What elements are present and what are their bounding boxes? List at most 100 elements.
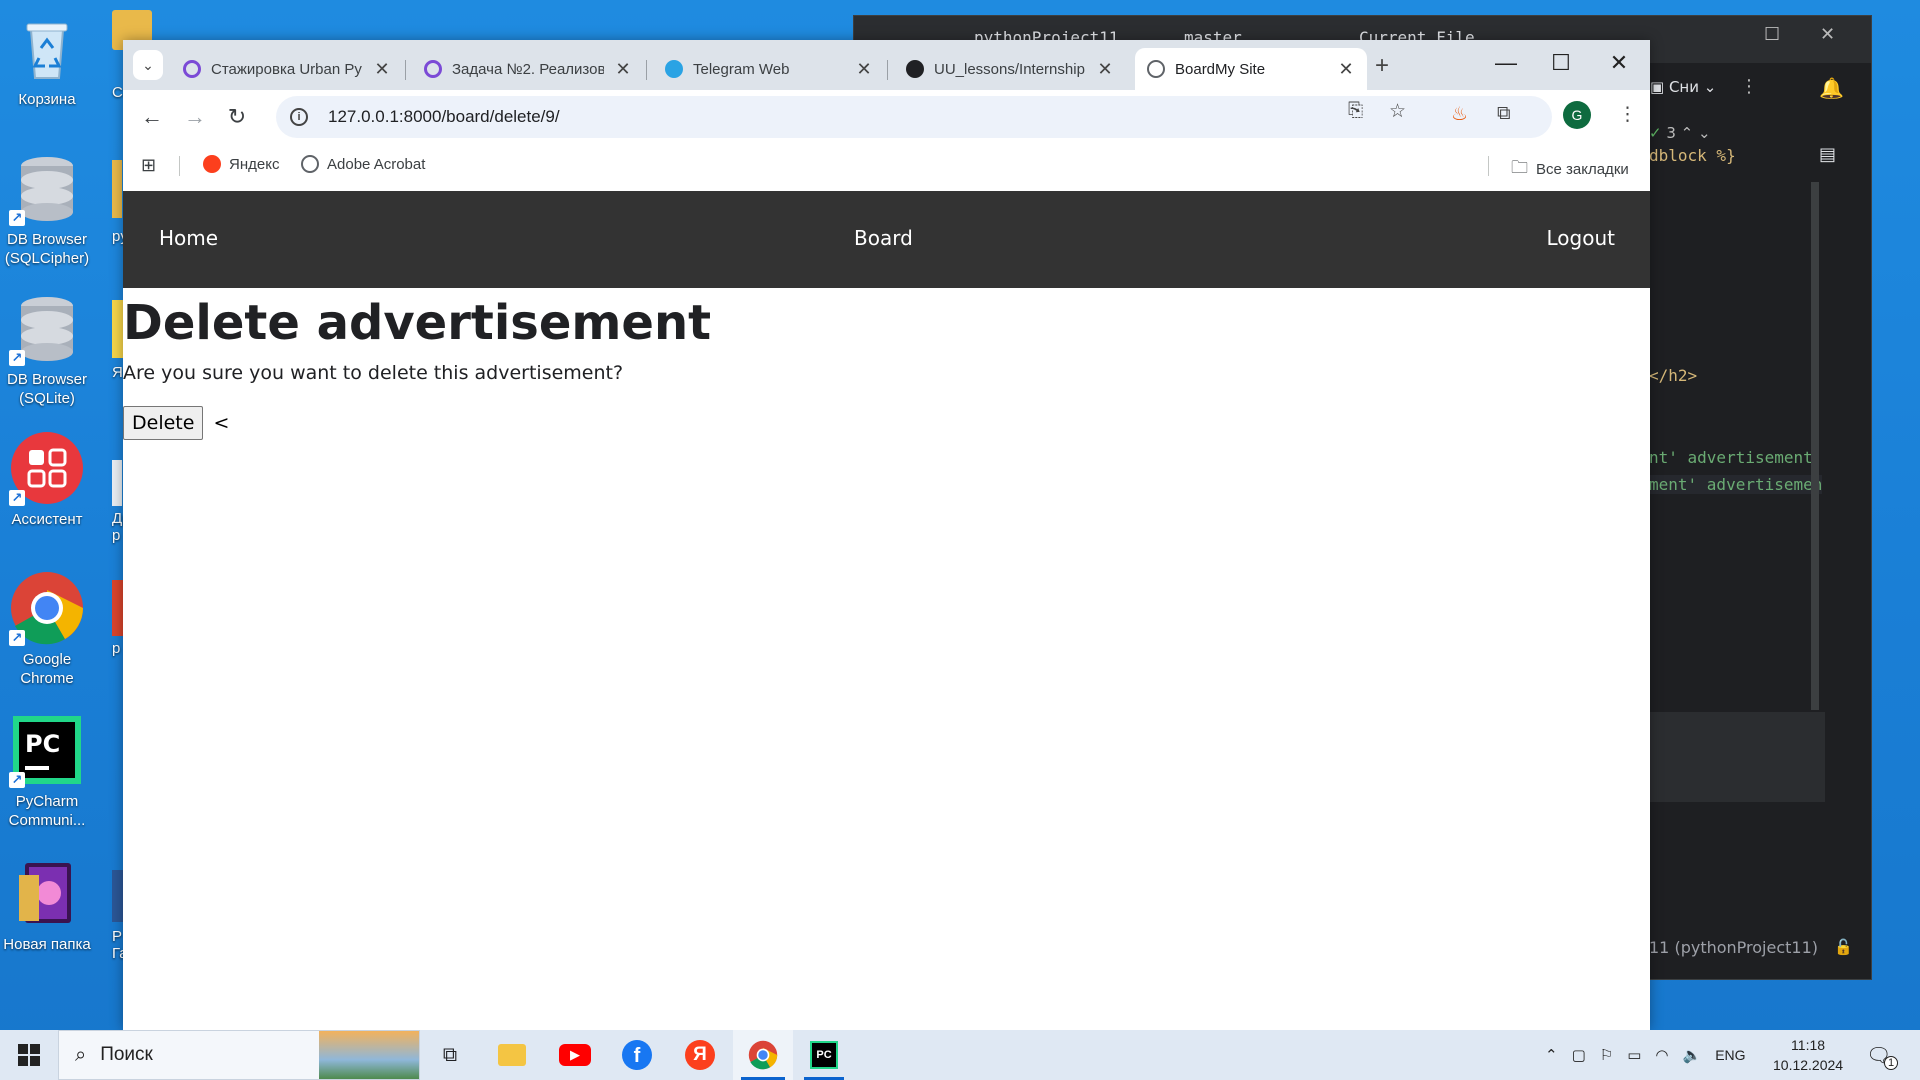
nav-logout-link[interactable]: Logout	[1547, 226, 1615, 250]
tab-title: Telegram Web	[693, 60, 790, 78]
bookmark-star-icon[interactable]: ☆	[1389, 100, 1406, 123]
battery-icon[interactable]: ▭	[1627, 1046, 1641, 1064]
clock-time: 11:18	[1791, 1037, 1826, 1053]
desktop-icon-label: Google Chrome	[20, 651, 74, 687]
apps-grid-icon[interactable]: ⊞	[141, 155, 156, 176]
extensions-puzzle-icon[interactable]: ⧉	[1497, 103, 1511, 125]
chrome-taskbar-icon[interactable]	[733, 1030, 793, 1080]
desktop-icon-new-folder[interactable]: Новая папка	[2, 855, 92, 954]
ide-scrollbar[interactable]	[1811, 182, 1819, 710]
desktop-icon-db-browser-sqlcipher[interactable]: ↗ DB Browser (SQLCipher)	[2, 150, 92, 268]
notifications-icon[interactable]: 🔔	[1819, 76, 1844, 101]
desktop-icon-assistant[interactable]: ↗ Ассистент	[2, 430, 92, 529]
folder-icon	[112, 160, 122, 218]
volume-icon[interactable]: 🔈	[1683, 1046, 1702, 1064]
new-tab-icon[interactable]: +	[1375, 52, 1389, 80]
close-tab-icon[interactable]: ✕	[1337, 59, 1355, 80]
nav-home-link[interactable]: Home	[159, 226, 218, 250]
extension-flame-icon[interactable]: ♨	[1451, 103, 1468, 126]
pycharm-icon: PC ↗	[9, 712, 85, 788]
all-bookmarks-label: Все закладки	[1536, 161, 1629, 178]
wifi-icon[interactable]: ◠	[1655, 1046, 1668, 1064]
security-icon[interactable]: ⚐	[1600, 1046, 1613, 1064]
bookmark-yandex[interactable]: Яндекс	[203, 155, 279, 173]
meet-now-icon[interactable]: ▢	[1572, 1046, 1586, 1064]
desktop-icon-google-chrome[interactable]: ↗ Google Chrome	[2, 570, 92, 688]
tab-github-lessons[interactable]: UU_lessons/Internship ✕	[894, 48, 1126, 90]
ide-close-icon[interactable]: ✕	[1820, 24, 1835, 45]
svg-text:PC: PC	[25, 730, 60, 758]
folder-icon: 🗀	[1511, 158, 1528, 177]
back-link[interactable]: <	[213, 412, 229, 434]
profile-avatar[interactable]: G	[1563, 101, 1591, 129]
task-view-icon[interactable]: ⧉	[430, 1030, 470, 1080]
urban-icon	[424, 60, 442, 78]
desktop-icon-label: Корзина	[18, 91, 76, 108]
close-tab-icon[interactable]: ✕	[614, 59, 632, 80]
globe-icon	[1147, 60, 1165, 78]
reload-icon[interactable]: ↻	[223, 104, 251, 130]
desktop-icon-label: DB Browser (SQLite)	[6, 371, 88, 407]
telegram-icon	[665, 60, 683, 78]
bookmark-adobe-acrobat[interactable]: Adobe Acrobat	[301, 155, 425, 173]
all-bookmarks-button[interactable]: 🗀 Все закладки	[1511, 155, 1629, 184]
address-bar-url[interactable]: 127.0.0.1:8000/board/delete/9/	[328, 107, 560, 127]
close-tab-icon[interactable]: ✕	[855, 59, 873, 80]
shortcut-arrow-icon: ↗	[9, 490, 25, 506]
tab-title: BoardMy Site	[1175, 60, 1266, 78]
desktop-icon-db-browser-sqlite[interactable]: ↗ DB Browser (SQLite)	[2, 290, 92, 408]
maximize-icon[interactable]: ☐	[1538, 50, 1584, 76]
facebook-icon[interactable]: f	[617, 1030, 657, 1080]
chrome-window[interactable]: ⌄ Стажировка Urban Ру ✕ Задача №2. Реали…	[123, 40, 1650, 1030]
page-title: Delete advertisement	[123, 295, 712, 351]
tab-urban-internship[interactable]: Стажировка Urban Ру ✕	[171, 48, 403, 90]
pycharm-taskbar-icon[interactable]: PC	[796, 1030, 852, 1080]
desktop-icon-pycharm[interactable]: PC ↗ PyCharm Communi...	[2, 712, 92, 830]
ide-status-text: 11 (pythonProject11)	[1649, 938, 1818, 957]
confirm-question: Are you sure you want to delete this adv…	[123, 362, 624, 384]
show-hidden-icons-chevron-icon[interactable]: ⌃	[1545, 1046, 1558, 1064]
forward-arrow-icon[interactable]: →	[181, 104, 209, 130]
recycle-bin-icon	[9, 10, 85, 86]
back-arrow-icon[interactable]: ←	[138, 104, 166, 130]
system-tray: ⌃ ▢ ⚐ ▭ ◠ 🔈 ENG	[1545, 1030, 1746, 1080]
tab-board-my-site[interactable]: BoardMy Site ✕	[1135, 48, 1367, 90]
language-indicator[interactable]: ENG	[1715, 1047, 1745, 1063]
tab-title: Задача №2. Реализов	[452, 60, 604, 78]
ide-maximize-icon[interactable]: ☐	[1764, 24, 1780, 45]
desktop-icon-recycle-bin[interactable]: Корзина	[2, 10, 92, 109]
minimize-icon[interactable]: —	[1483, 50, 1529, 76]
ide-more-icon[interactable]: ⋮	[1740, 76, 1758, 97]
document-icon	[112, 460, 122, 506]
tab-telegram-web[interactable]: Telegram Web ✕	[653, 48, 885, 90]
site-info-icon[interactable]: i	[290, 108, 308, 126]
folder-icon	[9, 855, 85, 931]
shortcut-arrow-icon: ↗	[9, 630, 25, 646]
start-button[interactable]	[0, 1030, 58, 1080]
close-tab-icon[interactable]: ✕	[1096, 59, 1114, 80]
clock[interactable]: 11:18 10.12.2024	[1773, 1030, 1843, 1080]
globe-icon	[301, 155, 319, 173]
nav-board-link[interactable]: Board	[854, 226, 913, 250]
close-tab-icon[interactable]: ✕	[373, 59, 391, 80]
tab-strip: ⌄ Стажировка Urban Ру ✕ Задача №2. Реали…	[123, 40, 1650, 90]
close-window-icon[interactable]: ✕	[1596, 50, 1642, 76]
toolbox-icon[interactable]: ▤	[1819, 144, 1836, 165]
yandex-browser-icon[interactable]: Я	[680, 1030, 720, 1080]
delete-form: Delete <	[123, 406, 1650, 440]
ide-bottom-panel	[1649, 712, 1825, 802]
chrome-menu-icon[interactable]: ⋮	[1618, 103, 1637, 126]
assistant-icon: ↗	[9, 430, 85, 506]
inspection-status[interactable]: ✓ 3 ⌃ ⌄	[1649, 124, 1711, 142]
tab-title: UU_lessons/Internship	[934, 60, 1085, 78]
tab-task-2[interactable]: Задача №2. Реализов ✕	[412, 48, 644, 90]
lock-icon[interactable]: 🔓	[1834, 938, 1853, 956]
translate-icon[interactable]: ⎘	[1348, 100, 1363, 122]
taskbar-search[interactable]: ⌕ Поиск	[58, 1030, 420, 1080]
file-explorer-icon[interactable]	[492, 1030, 532, 1080]
delete-button[interactable]: Delete	[123, 406, 204, 440]
notification-center-icon[interactable]: 🗨 1	[1866, 1030, 1898, 1080]
tab-search-button[interactable]: ⌄	[133, 50, 163, 80]
ide-snippet-button[interactable]: ▣ Сни ⌄	[1650, 78, 1716, 96]
youtube-icon[interactable]: ▶	[555, 1030, 595, 1080]
